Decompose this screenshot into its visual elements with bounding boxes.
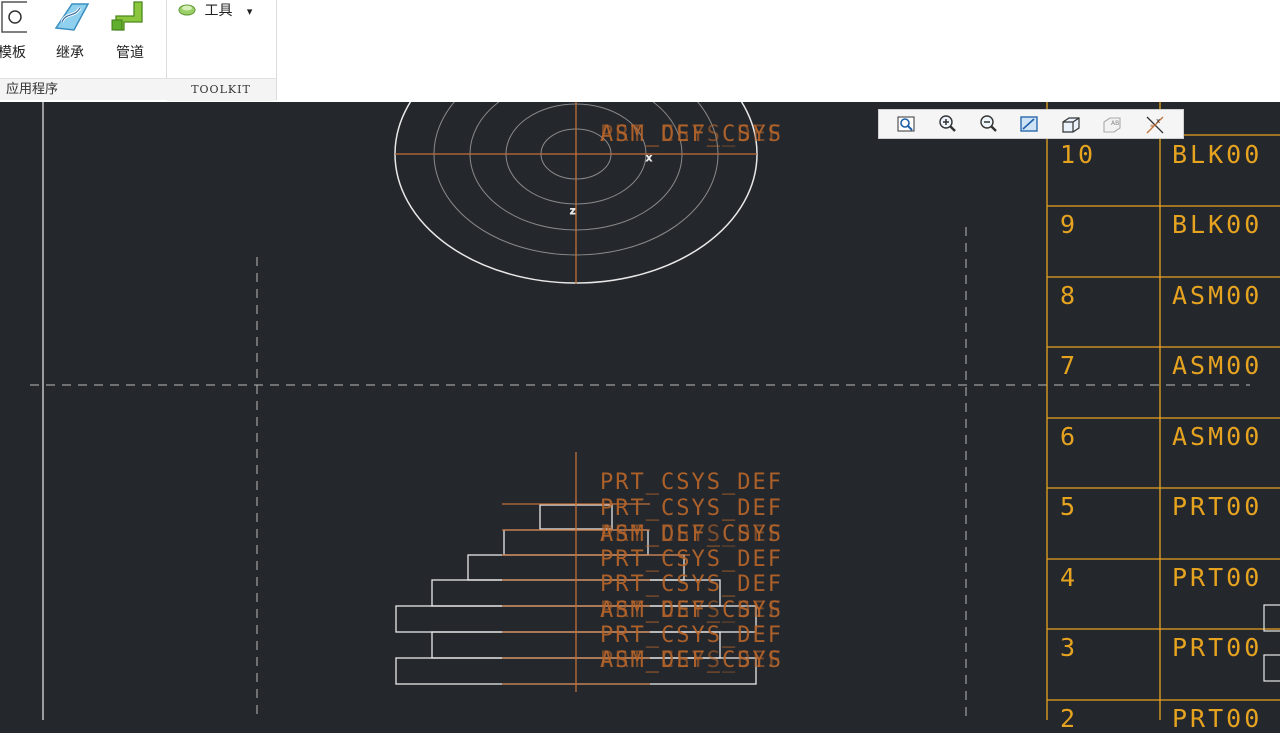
drawing-canvas[interactable]: z x ASM_DEF_CSYS PRT_CSYS_DEF PRT_CSYS_D… xyxy=(0,102,1280,733)
bom-name: BLK00 xyxy=(1172,140,1263,169)
zoom-out-icon xyxy=(980,115,997,132)
pipe-label: 管道 xyxy=(116,45,144,61)
bom-index: 6 xyxy=(1060,422,1079,451)
repaint-button[interactable] xyxy=(1016,113,1042,135)
bom-name: ASM00 xyxy=(1172,351,1263,380)
bom-index: 5 xyxy=(1060,492,1079,521)
chevron-down-icon: ▾ xyxy=(246,5,253,18)
ribbon: 模板 继承 管道 应用程序 工具 ▾ TOOLKIT xyxy=(0,0,1280,102)
zoom-in-icon xyxy=(939,115,956,132)
prt-csys-label: PRT_CSYS_DEF xyxy=(600,547,783,572)
graphics-toolbar: AB * x xyxy=(878,109,1184,139)
svg-text:*: * xyxy=(1150,123,1154,132)
bom-name: BLK00 xyxy=(1172,210,1263,239)
svg-text:x: x xyxy=(646,153,652,164)
prt-csys-label: PRT_CSYS_DEF xyxy=(600,648,783,673)
named-view-button[interactable]: AB xyxy=(1098,113,1124,135)
template-label: 模板 xyxy=(0,45,26,61)
datum-display-button[interactable]: * x xyxy=(1141,113,1167,135)
refit-icon xyxy=(897,116,915,132)
template-button[interactable]: 模板 xyxy=(0,0,38,64)
inheritance-label: 继承 xyxy=(56,45,84,61)
zoom-out-button[interactable] xyxy=(976,113,1002,135)
prt-csys-label: PRT_CSYS_DEF xyxy=(600,623,783,648)
toolkit-group-label: TOOLKIT xyxy=(166,78,276,101)
table-balloons xyxy=(1263,604,1280,682)
inheritance-icon xyxy=(52,0,92,34)
zoom-in-button[interactable] xyxy=(935,113,961,135)
pipe-icon xyxy=(110,0,150,34)
bom-index: 10 xyxy=(1060,140,1097,169)
bom-name: ASM00 xyxy=(1172,281,1263,310)
tools-menu[interactable]: 工具 ▾ xyxy=(178,0,252,22)
refit-button[interactable] xyxy=(893,113,919,135)
pipe-button[interactable]: 管道 xyxy=(104,0,156,64)
bom-table-grid xyxy=(1046,102,1280,720)
prt-csys-label: PRT_CSYS_DEF xyxy=(600,122,783,147)
bom-name: PRT00 xyxy=(1172,492,1263,521)
named-view-icon: AB xyxy=(1103,117,1121,133)
repaint-icon xyxy=(1020,116,1038,132)
inheritance-button[interactable]: 继承 xyxy=(44,0,96,64)
bom-name: PRT00 xyxy=(1172,633,1263,662)
prt-csys-label: PRT_CSYS_DEF xyxy=(600,598,783,623)
bom-index: 4 xyxy=(1060,563,1079,592)
tools-menu-label: 工具 xyxy=(204,3,233,19)
bom-name: PRT00 xyxy=(1172,563,1263,592)
template-icon xyxy=(0,0,29,34)
bom-index: 7 xyxy=(1060,351,1079,380)
tools-icon xyxy=(178,2,196,16)
bom-name: PRT00 xyxy=(1172,704,1263,733)
bom-index: 8 xyxy=(1060,281,1079,310)
prt-csys-label: PRT_CSYS_DEF xyxy=(600,572,783,597)
display-style-icon xyxy=(1062,117,1080,133)
apps-group: 模板 继承 管道 应用程序 xyxy=(0,0,167,100)
display-style-button[interactable] xyxy=(1057,113,1083,135)
prt-csys-label: PRT_CSYS_DEF xyxy=(600,522,783,547)
prt-csys-label: PRT_CSYS_DEF xyxy=(600,496,783,521)
svg-text:z: z xyxy=(570,206,575,217)
bom-index: 3 xyxy=(1060,633,1079,662)
svg-text:AB: AB xyxy=(1111,120,1119,127)
datum-display-icon: *x xyxy=(1146,116,1164,134)
svg-text:x: x xyxy=(1156,117,1160,125)
toolkit-group: 工具 ▾ TOOLKIT xyxy=(166,0,277,101)
bom-index: 2 xyxy=(1060,704,1079,733)
prt-csys-label: PRT_CSYS_DEF xyxy=(600,470,783,495)
apps-group-label: 应用程序 xyxy=(0,78,166,100)
bom-name: ASM00 xyxy=(1172,422,1263,451)
bom-index: 9 xyxy=(1060,210,1079,239)
